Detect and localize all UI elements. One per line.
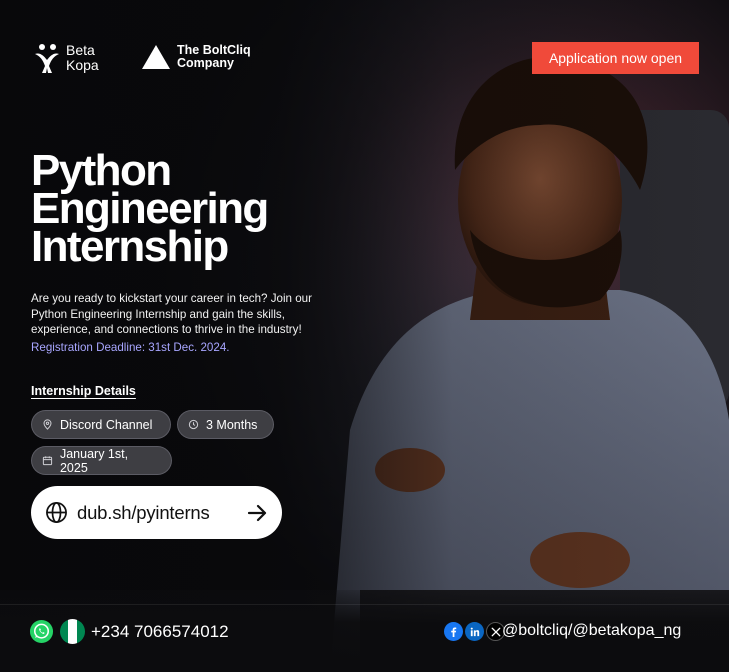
social-icons <box>444 622 505 641</box>
betakopa-logo-icon <box>35 44 59 73</box>
registration-deadline: Registration Deadline: 31st Dec. 2024. <box>31 341 230 354</box>
location-text: Discord Channel <box>60 417 153 432</box>
start-date-chip: January 1st, 2025 <box>31 446 172 475</box>
facebook-icon[interactable] <box>444 622 463 641</box>
description: Are you ready to kickstart your career i… <box>31 292 312 336</box>
duration-text: 3 Months <box>206 417 258 432</box>
footer-divider <box>0 604 729 605</box>
globe-icon <box>46 502 67 523</box>
location-pin-icon <box>43 419 52 430</box>
betakopa-name-line1: Beta <box>66 42 95 58</box>
clock-icon <box>188 419 199 430</box>
internship-details-heading: Internship Details <box>31 384 136 398</box>
location-chip: Discord Channel <box>31 410 171 439</box>
phone-number[interactable]: +234 7066574012 <box>91 622 229 642</box>
calendar-icon <box>42 456 53 466</box>
betakopa-logo: Beta Kopa <box>32 42 99 74</box>
boltcliq-name-line2: Company <box>177 56 234 70</box>
social-handle[interactable]: @boltcliq/@betakopa_ng <box>502 622 681 640</box>
whatsapp-icon[interactable] <box>29 619 54 644</box>
title-line-3: Internship <box>31 222 229 271</box>
application-open-badge: Application now open <box>532 42 699 74</box>
boltcliq-logo: The BoltCliq Company <box>141 44 251 70</box>
registration-link-button[interactable]: dub.sh/pyinterns <box>31 486 282 539</box>
registration-url: dub.sh/pyinterns <box>77 501 210 523</box>
page-title: Python Engineering Internship <box>31 149 351 271</box>
nigeria-flag-icon <box>60 619 85 644</box>
betakopa-name-line2: Kopa <box>66 57 99 73</box>
boltcliq-logo-icon <box>142 45 170 69</box>
start-date-text: January 1st, 2025 <box>59 446 129 475</box>
duration-chip: 3 Months <box>177 410 274 439</box>
poster: Beta Kopa The BoltCliq Company Applicati… <box>0 0 729 672</box>
linkedin-icon[interactable] <box>465 622 484 641</box>
arrow-right-icon <box>247 504 267 521</box>
